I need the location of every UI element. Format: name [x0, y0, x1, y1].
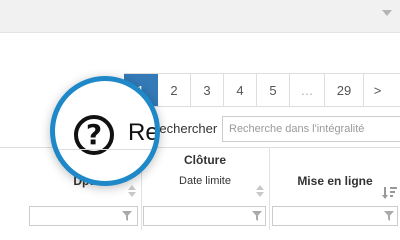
column-header-cloture[interactable]: Clôture — [160, 153, 250, 167]
sort-down-icon — [128, 192, 136, 197]
column-divider — [269, 148, 270, 230]
pagination: 1 2 3 4 5 … 29 > — [124, 73, 400, 107]
filter-input-cloture[interactable] — [143, 206, 266, 226]
magnified-divider — [55, 149, 155, 150]
page-button-29[interactable]: 29 — [325, 74, 364, 106]
dropdown-toggle[interactable] — [374, 3, 398, 27]
funnel-icon — [384, 211, 394, 221]
caret-down-icon — [382, 10, 392, 16]
page-button-4[interactable]: 4 — [224, 74, 257, 106]
page-button-3[interactable]: 3 — [191, 74, 224, 106]
sort-down-icon — [256, 192, 264, 197]
search-input[interactable] — [222, 116, 400, 142]
sort-descending-icon[interactable] — [382, 186, 398, 200]
page-button-2[interactable]: 2 — [158, 74, 191, 106]
sort-up-icon — [256, 185, 264, 190]
search-label: Rechercher — [150, 121, 218, 136]
filter-input-mise-en-ligne[interactable] — [272, 206, 398, 226]
funnel-icon — [252, 211, 262, 221]
next-page-button[interactable]: > — [364, 74, 391, 106]
sort-icon[interactable] — [256, 185, 264, 197]
page-ellipsis: … — [290, 74, 325, 106]
column-header-mise-en-ligne[interactable]: Mise en ligne — [283, 174, 387, 188]
top-toolbar — [0, 0, 400, 33]
sort-up-icon — [128, 185, 136, 190]
magnified-search-label: Re — [128, 119, 159, 146]
sort-icon[interactable] — [128, 185, 136, 197]
column-subheader-date-limite: Date limite — [179, 175, 231, 187]
help-magnifier-overlay[interactable]: ? Re — [50, 76, 160, 186]
funnel-icon — [122, 211, 132, 221]
page-button-5[interactable]: 5 — [257, 74, 290, 106]
